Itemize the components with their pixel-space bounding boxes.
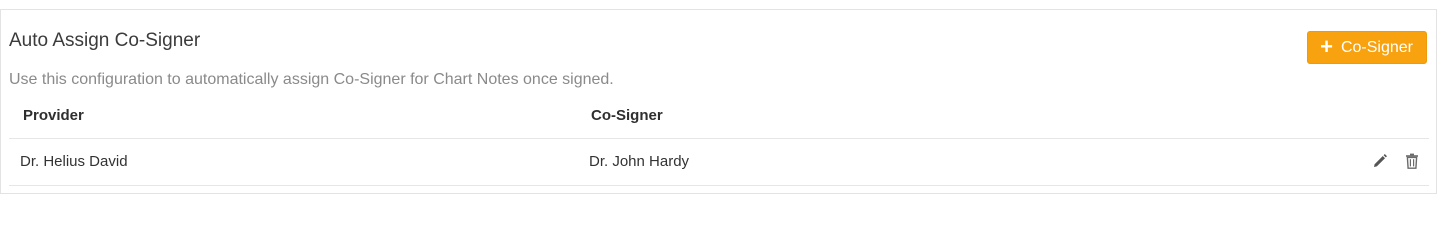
table-header: Provider Co-Signer (9, 102, 1429, 139)
row-actions (1371, 152, 1421, 170)
delete-icon[interactable] (1403, 152, 1421, 170)
provider-cell: Dr. Helius David (20, 153, 128, 170)
table-row: Dr. Helius David Dr. John Hardy (9, 139, 1429, 186)
section-title: Auto Assign Co-Signer (9, 30, 201, 51)
column-header-cosigner: Co-Signer (591, 107, 663, 124)
column-header-provider: Provider (23, 107, 84, 124)
cosigner-table: Provider Co-Signer Dr. Helius David Dr. … (9, 102, 1429, 186)
section-description: Use this configuration to automatically … (9, 71, 614, 88)
auto-assign-cosigner-panel: Auto Assign Co-Signer + Co-Signer Use th… (0, 9, 1437, 194)
cosigner-cell: Dr. John Hardy (589, 153, 690, 170)
plus-icon: + (1320, 33, 1333, 59)
add-cosigner-button-label: Co-Signer (1340, 38, 1413, 56)
add-cosigner-button[interactable]: + Co-Signer (1307, 31, 1427, 64)
edit-icon[interactable] (1371, 152, 1389, 170)
